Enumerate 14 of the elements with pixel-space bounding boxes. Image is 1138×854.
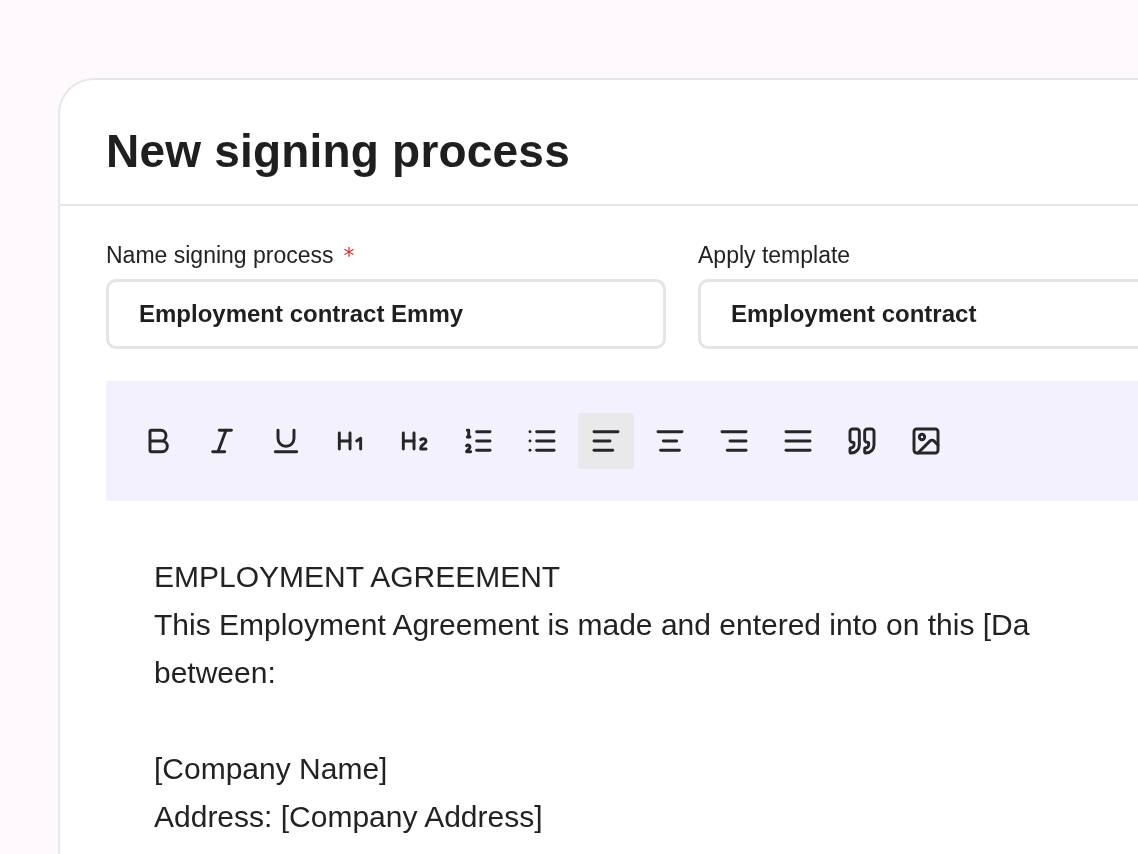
align-left-button[interactable] — [578, 413, 634, 469]
document-text-line: Address: [Company Address] — [154, 799, 544, 835]
document-text-line: [Company Name] — [154, 751, 389, 787]
field-label: Name signing process — [106, 242, 334, 269]
document-text-line: This Employment Agreement is made and entered into on this [Da — [154, 607, 1031, 643]
document-text-line: between: — [154, 655, 277, 691]
field-label: Apply template — [698, 242, 851, 269]
required-asterisk: * — [343, 243, 355, 268]
input-field[interactable]: Employment contract Emmy — [106, 279, 666, 349]
quote-icon — [846, 425, 878, 457]
document-text-line: EMPLOYMENT AGREEMENT — [154, 559, 562, 595]
input-field[interactable]: Employment contract — [698, 279, 1138, 349]
page-title: New signing process — [106, 124, 571, 178]
image-icon — [910, 425, 942, 457]
